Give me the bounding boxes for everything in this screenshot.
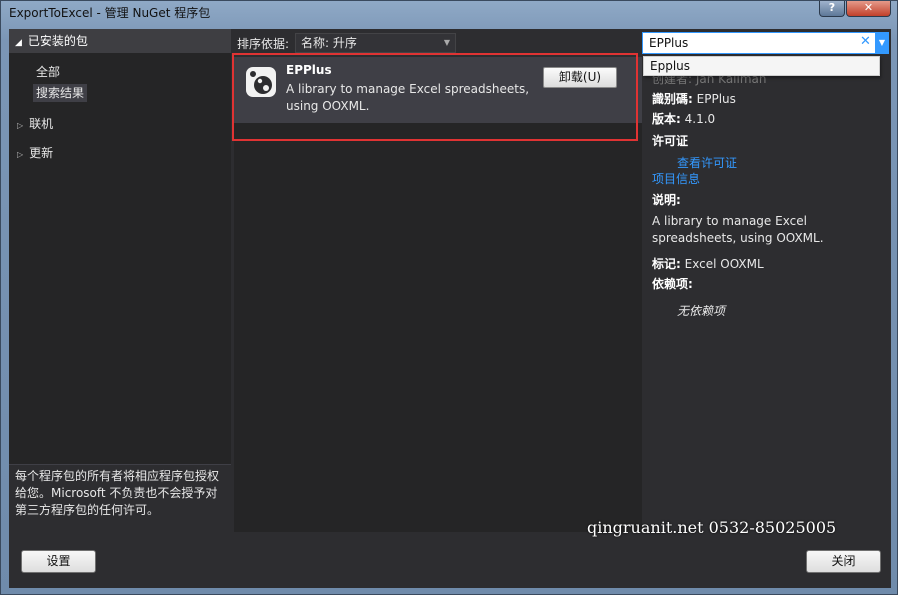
package-id-value: EPPlus bbox=[696, 92, 736, 106]
settings-button[interactable]: 设置 bbox=[21, 550, 96, 573]
nuget-manager-window: ExportToExcel - 管理 NuGet 程序包 ? ✕ ◢ 已安装的包 … bbox=[0, 0, 898, 595]
dialog-client-area: ◢ 已安装的包 全部 搜索结果 ▷ 联机 ▷ 更新 每个程序包的所有者将相应程序包授权… bbox=[9, 29, 891, 588]
package-id-label: 識别碼: bbox=[652, 92, 693, 106]
help-button[interactable]: ? bbox=[819, 1, 845, 17]
search-suggestion[interactable]: Epplus bbox=[643, 56, 880, 76]
installed-header-label: 已安装的包 bbox=[27, 34, 88, 48]
window-close-button[interactable]: ✕ bbox=[846, 1, 891, 17]
project-info-link[interactable]: 项目信息 bbox=[652, 170, 700, 187]
sort-value: 名称: 升序 bbox=[301, 36, 357, 50]
view-license-link[interactable]: 查看许可证 bbox=[677, 154, 737, 171]
license-heading: 许可证 bbox=[652, 134, 689, 148]
details-description: A library to manage Excel spreadsheets, … bbox=[652, 214, 824, 245]
version-label: 版本: bbox=[652, 112, 681, 126]
nav-group-updates[interactable]: ▷ 更新 bbox=[17, 144, 53, 162]
tags-row: 标记: Excel OOXML bbox=[652, 255, 764, 272]
installed-packages-header[interactable]: ◢ 已安装的包 bbox=[9, 29, 231, 53]
nav-item-search-results[interactable]: 搜索结果 bbox=[33, 84, 88, 102]
version-row: 版本: 4.1.0 bbox=[652, 110, 715, 127]
sort-dropdown[interactable]: 名称: 升序 ▼ bbox=[295, 33, 456, 53]
title-bar[interactable]: ExportToExcel - 管理 NuGet 程序包 ? ✕ bbox=[1, 1, 898, 23]
close-button[interactable]: 关闭 bbox=[806, 550, 881, 573]
tags-value: Excel OOXML bbox=[684, 257, 764, 271]
expanded-triangle-icon: ◢ bbox=[15, 38, 22, 48]
nav-group-online[interactable]: ▷ 联机 bbox=[17, 115, 53, 133]
sort-label: 排序依据: bbox=[237, 37, 290, 51]
license-disclaimer: 每个程序包的所有者将相应程序包授权给您。Microsoft 不负责也不会授予对第… bbox=[9, 464, 231, 532]
search-dropdown-icon[interactable]: ▼ bbox=[875, 32, 889, 54]
clear-search-icon[interactable]: ✕ bbox=[860, 34, 871, 49]
nav-item-all[interactable]: 全部 bbox=[33, 63, 63, 81]
highlight-annotation-box bbox=[232, 53, 638, 141]
package-id-row: 識别碼: EPPlus bbox=[652, 90, 736, 107]
search-input[interactable]: EPPlus bbox=[642, 32, 889, 54]
version-value: 4.1.0 bbox=[684, 112, 716, 126]
collapsed-triangle-icon: ▷ bbox=[17, 150, 24, 159]
dropdown-arrow-icon: ▼ bbox=[443, 38, 450, 47]
nav-group-online-label: 联机 bbox=[29, 117, 54, 131]
dependencies-heading: 依赖项: bbox=[652, 277, 693, 291]
package-details-pane: 创建者: Jan Källman 識别碼: EPPlus 版本: 4.1.0 许… bbox=[642, 57, 891, 532]
nav-group-updates-label: 更新 bbox=[29, 146, 54, 160]
collapsed-triangle-icon: ▷ bbox=[17, 121, 24, 130]
left-navigation-pane: ◢ 已安装的包 全部 搜索结果 ▷ 联机 ▷ 更新 每个程序包的所有者将相应程序包授权… bbox=[9, 29, 231, 532]
no-dependencies-text: 无依赖项 bbox=[677, 304, 726, 318]
tags-label: 标记: bbox=[652, 257, 681, 271]
window-title: ExportToExcel - 管理 NuGet 程序包 bbox=[9, 6, 211, 20]
watermark-text: qingruanit.net 0532-85025005 bbox=[587, 518, 837, 537]
description-heading: 说明: bbox=[652, 193, 681, 207]
